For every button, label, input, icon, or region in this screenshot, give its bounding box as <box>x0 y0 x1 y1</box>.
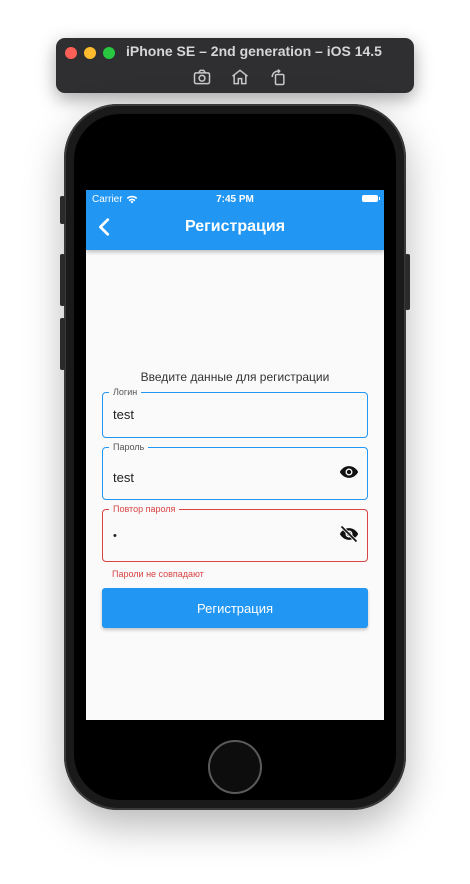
camera-icon[interactable] <box>191 66 213 88</box>
login-field[interactable]: Логин test <box>102 386 368 438</box>
power-button <box>405 254 410 310</box>
password-field[interactable]: Пароль test <box>102 441 368 500</box>
form-prompt: Введите данные для регистрации <box>140 370 330 384</box>
password-value: test <box>113 470 134 485</box>
zoom-window-button[interactable] <box>103 47 115 59</box>
volume-up-button <box>60 254 65 306</box>
simulator-title: iPhone SE – 2nd generation – iOS 14.5 <box>126 43 382 59</box>
login-label: Логин <box>109 386 142 398</box>
battery-icon <box>362 195 380 202</box>
app-bar: Carrier 7:45 PM Регистрация <box>86 190 384 250</box>
app-screen: Carrier 7:45 PM Регистрация Введите данн… <box>86 190 384 720</box>
login-value: test <box>113 407 134 422</box>
eye-off-icon[interactable] <box>339 524 359 544</box>
repeat-password-field[interactable]: Повтор пароля • <box>102 503 368 562</box>
repeat-password-label: Повтор пароля <box>109 503 180 515</box>
password-label: Пароль <box>109 441 149 453</box>
page-title: Регистрация <box>184 218 286 235</box>
minimize-window-button[interactable] <box>84 47 96 59</box>
repeat-password-value: • <box>113 530 117 542</box>
status-time: 7:45 PM <box>216 194 254 205</box>
eye-icon[interactable] <box>339 462 359 482</box>
register-button[interactable]: Регистрация <box>102 588 368 628</box>
home-icon[interactable] <box>229 66 251 88</box>
simulator-toolbar <box>191 66 289 88</box>
status-bar: Carrier 7:45 PM <box>86 190 384 208</box>
simulator-title-bar: iPhone SE – 2nd generation – iOS 14.5 <box>56 38 414 93</box>
mute-switch <box>60 196 65 224</box>
rotate-icon[interactable] <box>267 66 289 88</box>
volume-down-button <box>60 318 65 370</box>
password-mismatch-error: Пароли не совпадают <box>112 569 204 579</box>
home-button[interactable] <box>208 740 262 794</box>
close-window-button[interactable] <box>65 47 77 59</box>
